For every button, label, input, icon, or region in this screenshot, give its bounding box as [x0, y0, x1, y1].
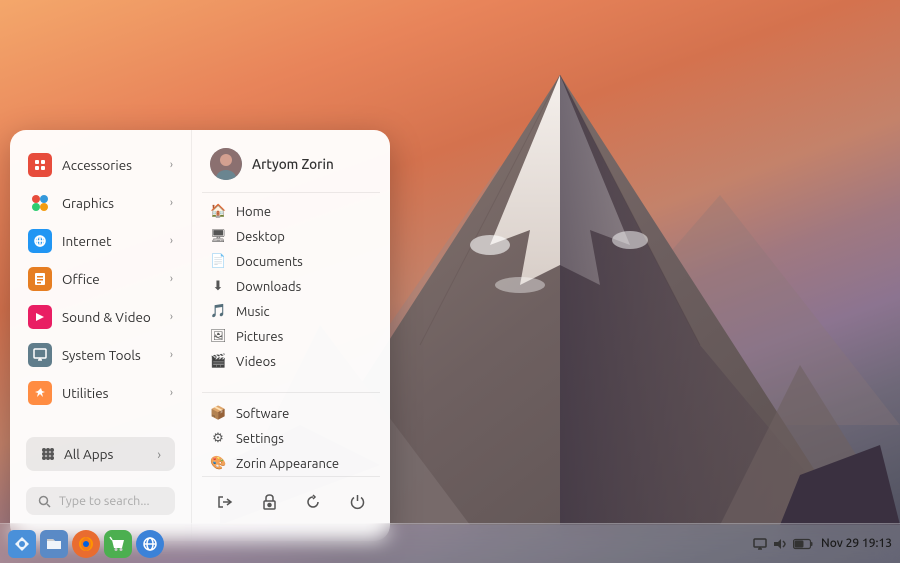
- lock-button[interactable]: [254, 487, 284, 517]
- user-avatar: [210, 148, 242, 180]
- user-info: Artyom Zorin: [202, 144, 380, 193]
- internet-icon: [28, 229, 52, 253]
- place-pictures[interactable]: 🖼 Pictures: [202, 324, 380, 349]
- place-desktop[interactable]: 🖥 Desktop: [202, 224, 380, 249]
- category-graphics[interactable]: Graphics ›: [18, 184, 183, 222]
- category-office[interactable]: Office ›: [18, 260, 183, 298]
- place-music[interactable]: 🎵 Music: [202, 299, 380, 324]
- search-icon: [38, 495, 51, 508]
- taskbar-right: Nov 29 19:13: [753, 537, 892, 550]
- sound-video-icon: [28, 305, 52, 329]
- taskbar: Nov 29 19:13: [0, 523, 900, 563]
- menu-right-panel: Artyom Zorin 🏠 Home 🖥 Desktop 📄 Document…: [192, 130, 390, 541]
- videos-icon: 🎬: [210, 354, 226, 369]
- menu-actions: [202, 476, 380, 527]
- category-internet[interactable]: Internet ›: [18, 222, 183, 260]
- home-icon: 🏠: [210, 204, 226, 219]
- display-icon: [753, 538, 767, 550]
- category-sound-video[interactable]: Sound & Video ›: [18, 298, 183, 336]
- accessories-icon: [28, 153, 52, 177]
- taskbar-zorin-menu[interactable]: [8, 530, 36, 558]
- taskbar-apps: [8, 530, 164, 558]
- volume-icon: [773, 538, 787, 550]
- taskbar-store[interactable]: [104, 530, 132, 558]
- utilities-icon: [28, 381, 52, 405]
- documents-icon: 📄: [210, 254, 226, 269]
- places-section: 🏠 Home 🖥 Desktop 📄 Documents ⬇ Downloads…: [202, 199, 380, 374]
- software-icon: 📦: [210, 406, 226, 421]
- taskbar-files[interactable]: [40, 530, 68, 558]
- system-settings[interactable]: ⚙ Settings: [202, 426, 380, 451]
- battery-icon: [793, 538, 813, 550]
- pictures-icon: 🖼: [210, 329, 226, 344]
- restart-button[interactable]: [298, 487, 328, 517]
- zorin-appearance[interactable]: 🎨 Zorin Appearance: [202, 451, 380, 476]
- system-tools-icon: [28, 343, 52, 367]
- all-apps-icon: [40, 446, 56, 462]
- system-section: 📦 Software ⚙ Settings 🎨 Zorin Appearance: [202, 401, 380, 476]
- place-home[interactable]: 🏠 Home: [202, 199, 380, 224]
- zorin-appearance-icon: 🎨: [210, 456, 226, 471]
- taskbar-firefox[interactable]: [72, 530, 100, 558]
- category-system-tools[interactable]: System Tools ›: [18, 336, 183, 374]
- place-videos[interactable]: 🎬 Videos: [202, 349, 380, 374]
- place-downloads[interactable]: ⬇ Downloads: [202, 274, 380, 299]
- downloads-icon: ⬇: [210, 279, 226, 294]
- taskbar-browser2[interactable]: [136, 530, 164, 558]
- office-icon: [28, 267, 52, 291]
- place-documents[interactable]: 📄 Documents: [202, 249, 380, 274]
- system-software[interactable]: 📦 Software: [202, 401, 380, 426]
- logout-button[interactable]: [210, 487, 240, 517]
- all-apps-button[interactable]: All Apps ›: [26, 437, 175, 471]
- desktop-icon: 🖥: [210, 229, 226, 244]
- taskbar-tray-icons: [753, 538, 813, 550]
- category-utilities[interactable]: Utilities ›: [18, 374, 183, 412]
- app-menu: Accessories › Graphics › Internet ›: [10, 130, 390, 541]
- places-divider: [202, 392, 380, 393]
- graphics-icon: [28, 191, 52, 215]
- power-button[interactable]: [342, 487, 372, 517]
- menu-left-panel: Accessories › Graphics › Internet ›: [10, 130, 192, 541]
- settings-icon: ⚙: [210, 431, 226, 446]
- search-bar[interactable]: Type to search...: [26, 487, 175, 515]
- music-icon: 🎵: [210, 304, 226, 319]
- category-accessories[interactable]: Accessories ›: [18, 146, 183, 184]
